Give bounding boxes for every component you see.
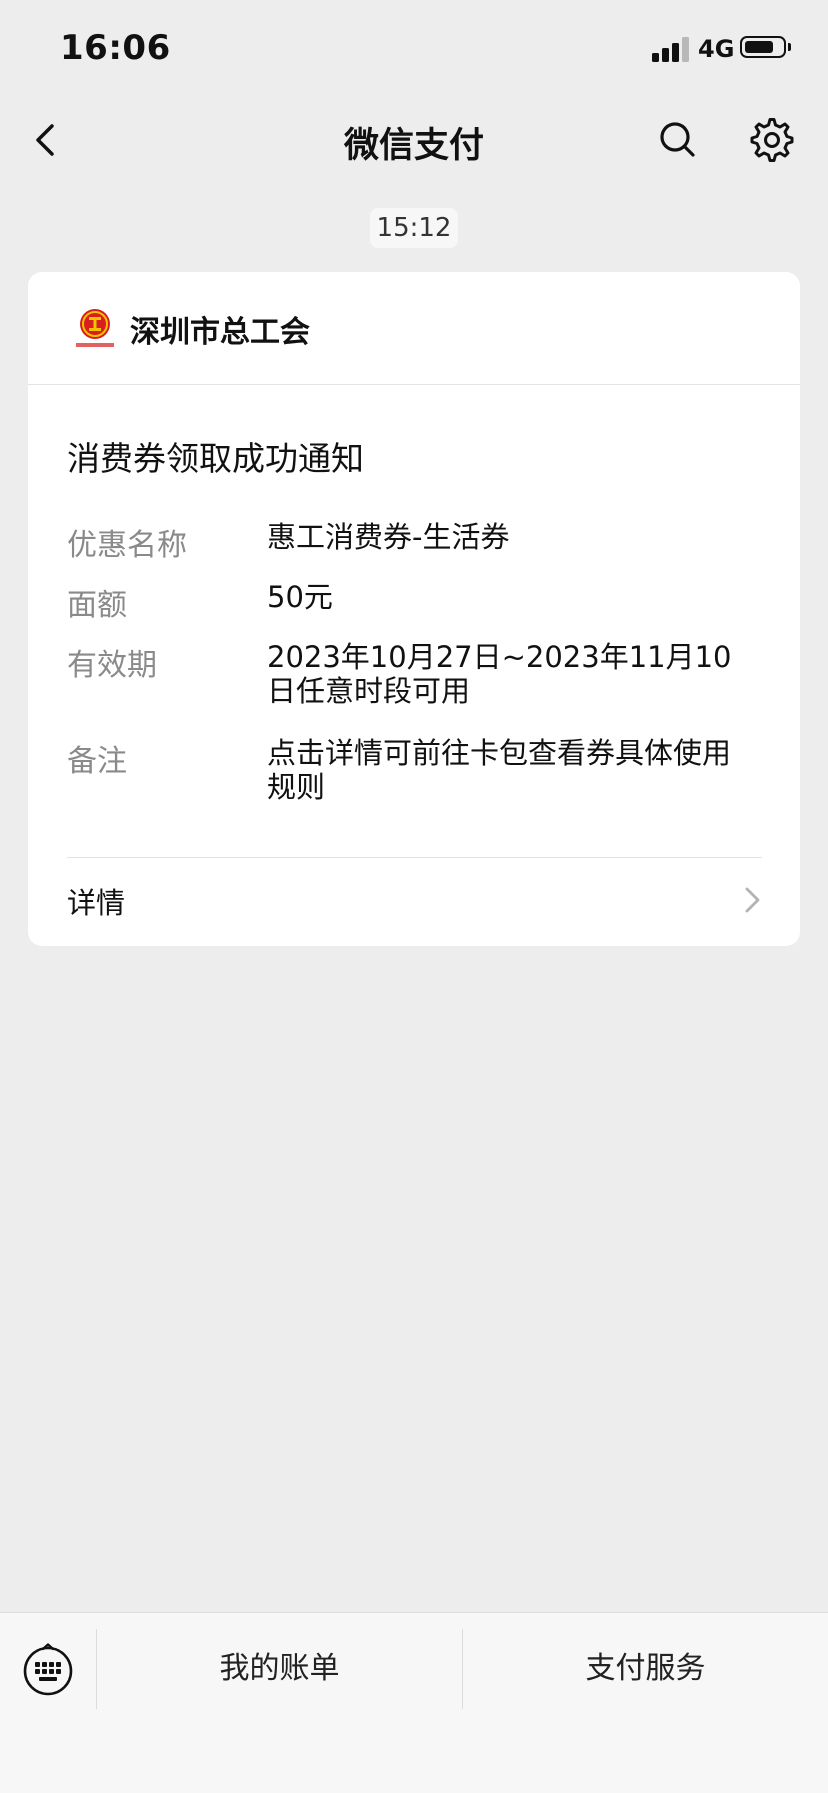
navigation-bar: 微信支付	[0, 100, 828, 180]
gear-icon	[750, 118, 794, 162]
cellular-signal-icon	[652, 36, 690, 62]
notification-card: 深圳市总工会 消费券领取成功通知 优惠名称 惠工消费券-生活券 面额 50元 有…	[28, 272, 800, 946]
org-name: 深圳市总工会	[130, 315, 310, 350]
field-label: 优惠名称	[67, 528, 187, 563]
field-value: 惠工消费券-生活券	[267, 520, 510, 554]
trade-union-logo	[72, 305, 118, 351]
search-button[interactable]	[654, 116, 702, 164]
notice-title: 消费券领取成功通知	[67, 439, 364, 478]
chevron-right-icon	[745, 887, 760, 913]
menu-item-my-bills[interactable]: 我的账单	[97, 1629, 462, 1709]
details-label: 详情	[67, 886, 126, 920]
field-value: 2023年10月27日~2023年11月10日任意时段可用	[267, 640, 732, 708]
battery-tip	[788, 43, 791, 51]
status-time: 16:06	[60, 28, 171, 68]
field-label: 有效期	[67, 648, 157, 683]
keyboard-toggle-button[interactable]	[20, 1643, 76, 1699]
menu-item-payment-services[interactable]: 支付服务	[463, 1629, 828, 1709]
battery-fill	[745, 41, 773, 53]
network-type: 4G	[698, 35, 735, 63]
bottom-menu-bar: 我的账单 支付服务	[0, 1612, 828, 1793]
message-timestamp: 15:12	[370, 208, 458, 248]
keyboard-icon	[23, 1643, 73, 1696]
field-label: 备注	[67, 744, 127, 779]
battery-icon	[740, 36, 786, 58]
details-link[interactable]: 详情	[28, 858, 800, 946]
card-header[interactable]: 深圳市总工会	[28, 272, 800, 385]
field-label: 面额	[67, 588, 127, 623]
status-bar: 16:06 4G	[0, 0, 828, 100]
field-value: 50元	[267, 580, 333, 614]
field-value: 点击详情可前往卡包查看券具体使用规则	[267, 736, 732, 804]
settings-button[interactable]	[748, 116, 796, 164]
page-title: 微信支付	[343, 126, 484, 166]
search-icon	[660, 122, 695, 157]
